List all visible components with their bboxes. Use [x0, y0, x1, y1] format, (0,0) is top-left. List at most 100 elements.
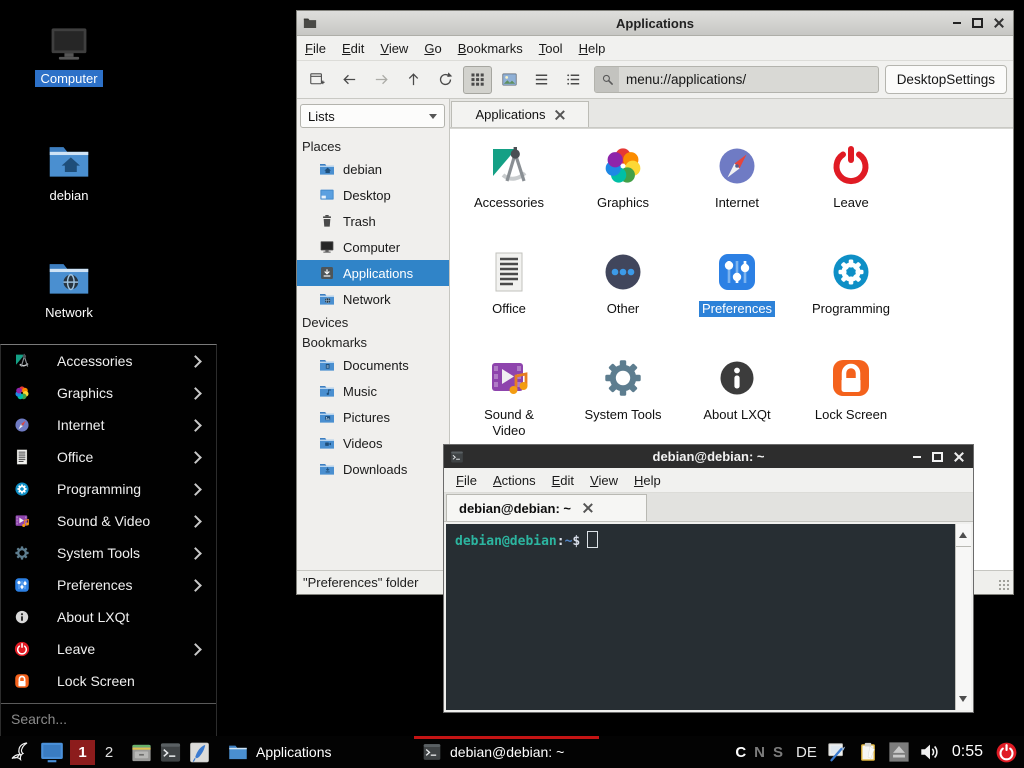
back-button[interactable] — [335, 66, 364, 94]
sidebar-item-videos[interactable]: Videos — [297, 430, 449, 456]
sidebar-item-debian[interactable]: debian — [297, 156, 449, 182]
fm-menu-bookmarks[interactable]: Bookmarks — [450, 37, 531, 60]
grid-item-sound-video[interactable]: Sound & Video — [452, 351, 566, 457]
keyboard-layout[interactable]: DE — [796, 744, 817, 761]
fm-menu-help[interactable]: Help — [571, 37, 614, 60]
screenshot-tray-icon[interactable] — [826, 741, 848, 763]
scroll-up-icon[interactable] — [959, 528, 967, 538]
terminal-menu-file[interactable]: File — [448, 469, 485, 492]
grid-item-system-tools[interactable]: System Tools — [566, 351, 680, 457]
tab-applications[interactable]: Applications — [451, 101, 589, 127]
fm-menu-edit[interactable]: Edit — [334, 37, 372, 60]
task-button-debian-debian-[interactable]: debian@debian: ~ — [414, 736, 599, 768]
sidebar-item-computer[interactable]: Computer — [297, 234, 449, 260]
grid-item-about-lxqt[interactable]: About LXQt — [680, 351, 794, 457]
terminal-menu-actions[interactable]: Actions — [485, 469, 544, 492]
detailed-list-button[interactable] — [527, 66, 556, 94]
menu-item-office[interactable]: Office — [1, 441, 216, 473]
file-manager-titlebar[interactable]: Applications — [297, 11, 1013, 36]
maximize-button[interactable] — [969, 16, 986, 31]
featherpad-launcher[interactable] — [188, 741, 211, 764]
scroll-down-icon[interactable] — [959, 696, 967, 706]
fm-menu-file[interactable]: File — [297, 37, 334, 60]
sidebar-item-music[interactable]: Music — [297, 378, 449, 404]
clock[interactable]: 0:55 — [952, 743, 983, 761]
terminal-menu-view[interactable]: View — [582, 469, 626, 492]
menu-item-internet[interactable]: Internet — [1, 409, 216, 441]
terminal-screen[interactable]: debian@debian:~$ — [446, 524, 955, 710]
menu-item-programming[interactable]: Programming — [1, 473, 216, 505]
clipboard-tray-icon[interactable] — [857, 741, 879, 763]
menu-item-graphics[interactable]: Graphics — [1, 377, 216, 409]
menu-item-system-tools[interactable]: System Tools — [1, 537, 216, 569]
sidebar-item-network[interactable]: Network — [297, 286, 449, 312]
terminal-minimize-button[interactable] — [908, 449, 925, 464]
kbd-indicator-c[interactable]: C — [735, 744, 746, 761]
workspace-button-1[interactable]: 1 — [70, 740, 95, 765]
thumbnail-view-button[interactable] — [495, 66, 524, 94]
terminal-menu-edit[interactable]: Edit — [544, 469, 582, 492]
desktop-icon-network[interactable]: Network — [21, 256, 117, 321]
power-button[interactable] — [994, 740, 1019, 765]
menu-item-lock-screen[interactable]: Lock Screen — [1, 665, 216, 697]
terminal-scrollbar[interactable] — [955, 524, 971, 710]
grid-item-programming[interactable]: Programming — [794, 245, 908, 351]
workspace-button-2[interactable]: 2 — [100, 740, 118, 765]
menu-item-preferences[interactable]: Preferences — [1, 569, 216, 601]
tab-close-icon[interactable] — [555, 110, 565, 120]
lxqt-menu-button[interactable] — [7, 740, 31, 764]
terminal-menu-help[interactable]: Help — [626, 469, 669, 492]
sidebar-item-documents[interactable]: Documents — [297, 352, 449, 378]
file-manager-launcher[interactable] — [130, 741, 153, 764]
grid-item-other[interactable]: Other — [566, 245, 680, 351]
desktop-icon-computer[interactable]: Computer — [21, 22, 117, 87]
volume-tray-icon[interactable] — [919, 741, 941, 763]
show-desktop-button[interactable] — [39, 739, 65, 765]
sidebar-mode-combobox[interactable]: Lists — [300, 104, 445, 128]
path-bar[interactable]: menu://applications/ — [594, 66, 879, 93]
eject-tray-icon[interactable] — [888, 741, 910, 763]
terminal-close-button[interactable] — [950, 449, 967, 464]
terminal-tab-close-icon[interactable] — [583, 503, 593, 513]
icon-view-button[interactable] — [463, 66, 492, 94]
terminal-launcher[interactable] — [159, 741, 182, 764]
fm-menu-go[interactable]: Go — [416, 37, 449, 60]
forward-button[interactable] — [367, 66, 396, 94]
up-button[interactable] — [399, 66, 428, 94]
menu-search-input[interactable]: Search... — [1, 704, 216, 732]
kbd-indicator-n[interactable]: N — [754, 744, 765, 761]
menu-item-sound-video[interactable]: Sound & Video — [1, 505, 216, 537]
new-tab-button[interactable] — [303, 66, 332, 94]
grid-item-leave[interactable]: Leave — [794, 139, 908, 245]
grid-item-lock-screen[interactable]: Lock Screen — [794, 351, 908, 457]
sidebar-item-downloads[interactable]: Downloads — [297, 456, 449, 482]
terminal-tab[interactable]: debian@debian: ~ — [446, 494, 647, 521]
resize-grip[interactable] — [998, 579, 1011, 592]
sidebar-item-desktop[interactable]: Desktop — [297, 182, 449, 208]
task-label: Applications — [256, 744, 332, 760]
grid-item-label: Sound & Video — [463, 407, 555, 439]
refresh-button[interactable] — [431, 66, 460, 94]
grid-item-graphics[interactable]: Graphics — [566, 139, 680, 245]
menu-item-leave[interactable]: Leave — [1, 633, 216, 665]
grid-item-accessories[interactable]: Accessories — [452, 139, 566, 245]
terminal-maximize-button[interactable] — [929, 449, 946, 464]
fm-menu-tool[interactable]: Tool — [531, 37, 571, 60]
compact-view-button[interactable] — [559, 66, 588, 94]
grid-item-office[interactable]: Office — [452, 245, 566, 351]
menu-item-about-lxqt[interactable]: About LXQt — [1, 601, 216, 633]
grid-item-internet[interactable]: Internet — [680, 139, 794, 245]
fm-menu-view[interactable]: View — [372, 37, 416, 60]
desktop-icon-debian[interactable]: debian — [21, 139, 117, 204]
sidebar-item-applications[interactable]: Applications — [297, 260, 449, 286]
grid-item-preferences[interactable]: Preferences — [680, 245, 794, 351]
desktop-settings-button[interactable]: DesktopSettings — [885, 65, 1007, 94]
kbd-indicator-s[interactable]: S — [773, 744, 783, 761]
terminal-titlebar[interactable]: debian@debian: ~ — [444, 445, 973, 468]
minimize-button[interactable] — [948, 16, 965, 31]
sidebar-item-trash[interactable]: Trash — [297, 208, 449, 234]
task-button-applications[interactable]: Applications — [220, 736, 405, 768]
menu-item-accessories[interactable]: Accessories — [1, 345, 216, 377]
close-button[interactable] — [990, 16, 1007, 31]
sidebar-item-pictures[interactable]: Pictures — [297, 404, 449, 430]
